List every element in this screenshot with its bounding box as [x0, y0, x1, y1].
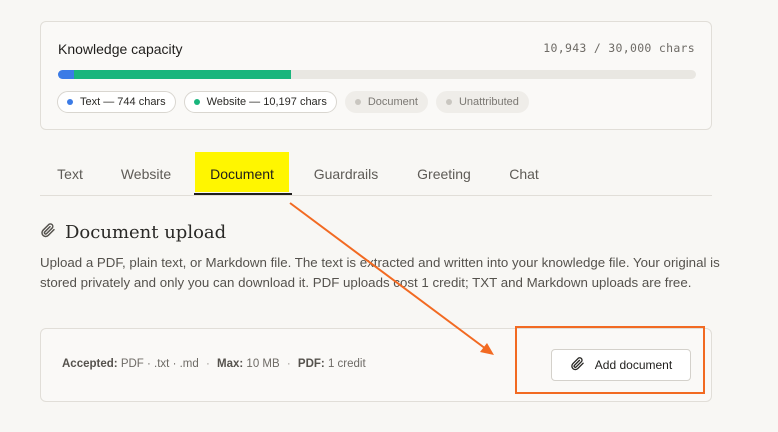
chip-label: Text — 744 chars [80, 96, 166, 108]
max-label: Max: [217, 358, 244, 370]
paperclip-icon [570, 356, 585, 374]
tab-greeting[interactable]: Greeting [406, 152, 482, 196]
meta-separator: · [286, 358, 291, 370]
tab-website[interactable]: Website [110, 152, 182, 196]
section-description: Upload a PDF, plain text, or Markdown fi… [40, 255, 720, 290]
capacity-legend: Text — 744 chars Website — 10,197 chars … [57, 91, 529, 113]
document-upload-card: Accepted: PDF · .txt · .md · Max: 10 MB … [40, 328, 712, 402]
chip-document[interactable]: Document [344, 91, 428, 113]
chip-dot-icon [193, 99, 200, 105]
chip-label: Website — 10,197 chars [206, 96, 327, 108]
chip-label: Unattributed [458, 96, 519, 108]
add-document-label: Add document [594, 358, 673, 372]
tab-selected-underline [194, 193, 292, 195]
chip-website[interactable]: Website — 10,197 chars [183, 91, 337, 113]
meta-separator: · [205, 358, 210, 370]
chip-dot-icon [67, 99, 73, 105]
section-title: Document upload [40, 222, 226, 243]
chip-text[interactable]: Text — 744 chars [57, 91, 176, 113]
chip-dot-icon [445, 99, 452, 105]
chip-unattributed[interactable]: Unattributed [435, 91, 529, 113]
add-document-button[interactable]: Add document [551, 349, 691, 381]
capacity-segment-text [58, 70, 74, 79]
pdf-label: PDF: [297, 358, 325, 370]
tab-text[interactable]: Text [40, 152, 100, 196]
tab-chat[interactable]: Chat [500, 152, 548, 196]
capacity-title: Knowledge capacity [58, 41, 183, 57]
chip-dot-icon [354, 99, 361, 105]
tab-document[interactable]: Document [195, 152, 289, 196]
accepted-label: Accepted: [62, 358, 118, 370]
accepted-value: PDF · .txt · .md [120, 358, 199, 370]
capacity-progress-bar [58, 70, 696, 79]
capacity-count: 10,943 / 30,000 chars [543, 41, 695, 55]
knowledge-capacity-card: Knowledge capacity 10,943 / 30,000 chars… [40, 21, 712, 130]
section-title-text: Document upload [65, 222, 227, 243]
paperclip-icon [40, 222, 56, 243]
tab-guardrails[interactable]: Guardrails [302, 152, 390, 196]
tab-bar: Text Website Document Guardrails Greetin… [40, 152, 712, 196]
max-value: 10 MB [246, 358, 280, 370]
capacity-segment-website [73, 70, 291, 79]
pdf-value: 1 credit [327, 358, 366, 370]
upload-meta: Accepted: PDF · .txt · .md · Max: 10 MB … [62, 358, 366, 370]
chip-label: Document [367, 96, 418, 108]
